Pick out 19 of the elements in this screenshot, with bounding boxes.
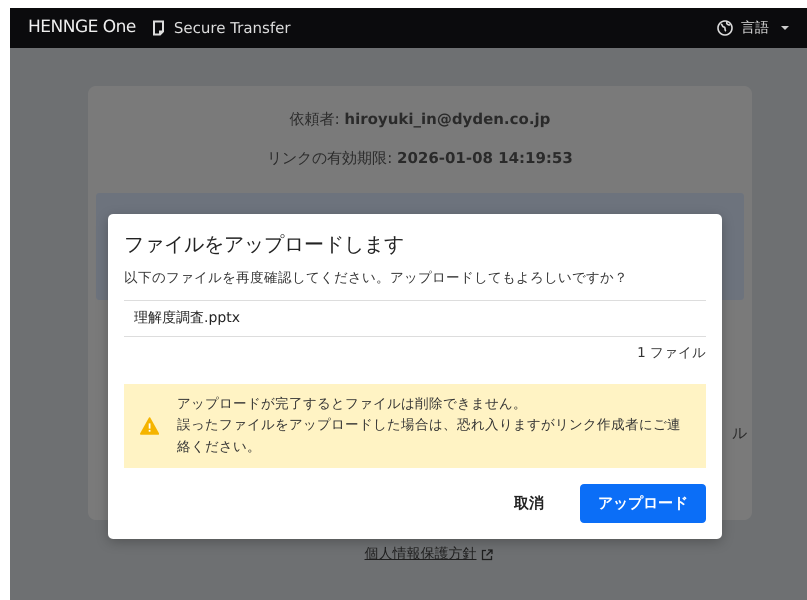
language-menu[interactable]: 言語 bbox=[741, 18, 769, 38]
expiry-text: リンクの有効期限: 2026-01-08 14:19:53 bbox=[267, 148, 573, 166]
caret-icon bbox=[781, 25, 789, 31]
document-icon bbox=[152, 20, 166, 36]
external-link-icon bbox=[480, 548, 492, 560]
requester-text: 依頼者: hiroyuki_in@dyden.co.jp bbox=[290, 110, 550, 128]
product-name: Secure Transfer bbox=[174, 18, 291, 39]
dialog-title: ファイルをアップロードします bbox=[124, 232, 405, 256]
warning-icon bbox=[140, 416, 160, 436]
brand-logo[interactable]: HENNGE One bbox=[28, 15, 136, 41]
dialog-message: 以下のファイルを再度確認してください。アップロードしてもよろしいですか？ bbox=[124, 269, 629, 288]
file-count: 1 ファイル bbox=[637, 345, 706, 362]
warning-text: アップロードが完了するとファイルは削除できません。 bbox=[177, 394, 528, 414]
partial-text: ル bbox=[732, 423, 747, 444]
globe-icon bbox=[717, 20, 733, 36]
cancel-button[interactable]: 取消 bbox=[494, 484, 564, 523]
upload-button[interactable]: アップロード bbox=[580, 484, 706, 523]
warning-text: 誤ったファイルをアップロードした場合は、恐れ入りますがリンク作成者にご連絡ください。 bbox=[177, 416, 682, 457]
file-name: 理解度調査.pptx bbox=[134, 310, 240, 326]
